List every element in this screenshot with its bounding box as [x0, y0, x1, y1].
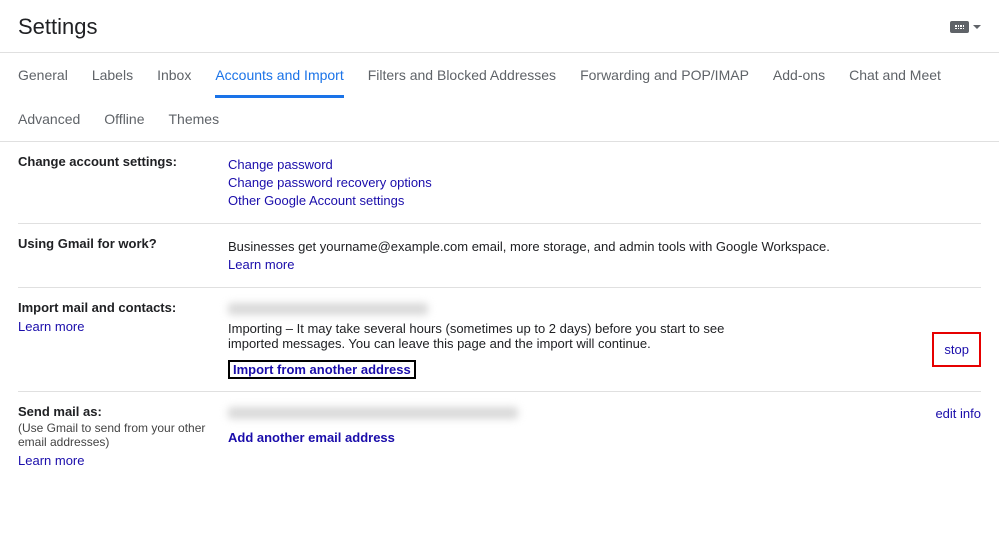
- tab-filters[interactable]: Filters and Blocked Addresses: [368, 53, 556, 97]
- text-import-status: Importing – It may take several hours (s…: [228, 321, 768, 351]
- label-import: Import mail and contacts:: [18, 300, 218, 315]
- tab-advanced[interactable]: Advanced: [18, 97, 80, 141]
- label-gmail-work: Using Gmail for work?: [18, 236, 218, 251]
- stop-import-button[interactable]: stop: [932, 332, 981, 367]
- section-gmail-work: Using Gmail for work? Businesses get you…: [18, 224, 981, 288]
- link-other-settings[interactable]: Other Google Account settings: [228, 193, 404, 208]
- sublabel-send-as: (Use Gmail to send from your other email…: [18, 421, 218, 449]
- tab-chat-meet[interactable]: Chat and Meet: [849, 53, 941, 97]
- tab-offline[interactable]: Offline: [104, 97, 144, 141]
- link-workspace-learn-more[interactable]: Learn more: [228, 257, 294, 272]
- page-title: Settings: [18, 14, 98, 40]
- tab-forwarding[interactable]: Forwarding and POP/IMAP: [580, 53, 749, 97]
- tab-inbox[interactable]: Inbox: [157, 53, 191, 97]
- chevron-down-icon: [973, 25, 981, 29]
- link-edit-info[interactable]: edit info: [935, 406, 981, 421]
- settings-tabs: General Labels Inbox Accounts and Import…: [0, 53, 999, 142]
- tab-accounts-import[interactable]: Accounts and Import: [215, 53, 343, 98]
- label-send-as: Send mail as:: [18, 404, 218, 419]
- tab-general[interactable]: General: [18, 53, 68, 97]
- link-recovery-options[interactable]: Change password recovery options: [228, 175, 432, 190]
- section-change-account: Change account settings: Change password…: [18, 142, 981, 224]
- tab-addons[interactable]: Add-ons: [773, 53, 825, 97]
- text-workspace-desc: Businesses get yourname@example.com emai…: [228, 239, 981, 254]
- redacted-send-as-email: [228, 407, 518, 419]
- link-add-another-email[interactable]: Add another email address: [228, 430, 395, 445]
- section-send-as: Send mail as: (Use Gmail to send from yo…: [18, 392, 981, 480]
- label-change-account: Change account settings:: [18, 154, 218, 169]
- tab-themes[interactable]: Themes: [169, 97, 220, 141]
- keyboard-icon: [950, 21, 969, 33]
- link-import-another-address[interactable]: Import from another address: [228, 360, 416, 379]
- input-tools-button[interactable]: [950, 21, 981, 33]
- link-send-as-learn-more[interactable]: Learn more: [18, 453, 84, 468]
- link-import-learn-more[interactable]: Learn more: [18, 319, 84, 334]
- tab-labels[interactable]: Labels: [92, 53, 133, 97]
- section-import: Import mail and contacts: Learn more Imp…: [18, 288, 981, 392]
- redacted-email: [228, 303, 428, 315]
- link-change-password[interactable]: Change password: [228, 157, 333, 172]
